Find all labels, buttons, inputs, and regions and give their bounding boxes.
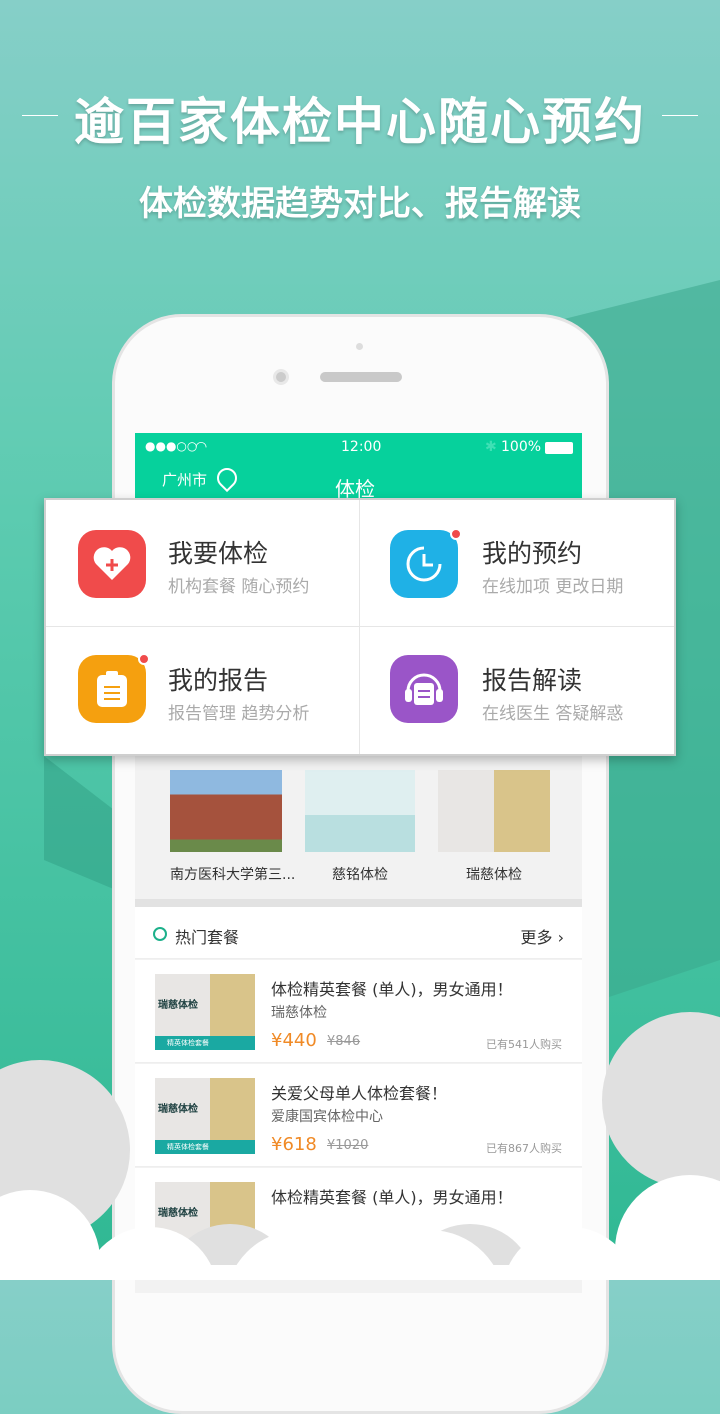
section-title: 热门套餐 bbox=[175, 928, 240, 947]
signal-icon: ●●●○○ bbox=[145, 439, 198, 453]
hot-packages-header: 热门套餐 更多 › bbox=[135, 907, 582, 959]
menu-subtitle: 在线医生 答疑解惑 bbox=[482, 704, 624, 724]
menu-title: 报告解读 bbox=[482, 666, 583, 695]
section-divider bbox=[135, 899, 582, 907]
hot-icon bbox=[153, 927, 167, 941]
menu-subtitle: 在线加项 更改日期 bbox=[482, 577, 624, 597]
menu-title: 我的预约 bbox=[482, 539, 583, 568]
hospital-name: 慈铭体检 bbox=[332, 867, 388, 883]
notification-badge bbox=[450, 528, 462, 540]
more-link[interactable]: 更多 › bbox=[521, 924, 565, 948]
menu-title: 我要体检 bbox=[168, 539, 269, 568]
clock-icon bbox=[390, 528, 462, 598]
hospital-card[interactable]: 南方医科大学第三... bbox=[170, 770, 296, 884]
subheadline: 体检数据趋势对比、报告解读 bbox=[139, 184, 581, 224]
camera bbox=[273, 369, 289, 385]
notification-badge bbox=[138, 653, 150, 665]
hospital-image bbox=[170, 770, 282, 852]
sensor bbox=[356, 343, 363, 350]
hospital-image bbox=[305, 770, 415, 852]
battery-icon bbox=[545, 442, 573, 454]
clipboard-icon bbox=[78, 653, 150, 723]
heart-plus-icon bbox=[78, 530, 146, 598]
menu-title: 我的报告 bbox=[168, 666, 269, 695]
hospital-name: 南方医科大学第三... bbox=[170, 867, 296, 883]
battery-text: 100% bbox=[501, 439, 542, 455]
menu-book-checkup[interactable]: 我要体检机构套餐 随心预约 bbox=[46, 500, 360, 627]
wifi-icon: ◠ bbox=[195, 439, 208, 455]
hospital-image bbox=[438, 770, 550, 852]
menu-my-appointments[interactable]: 我的预约在线加项 更改日期 bbox=[360, 500, 674, 627]
headline: 逾百家体检中心随心预约 bbox=[74, 93, 646, 151]
header: ●●●○○ ◠ 12:00 ✱ 100% 广州市 体检 bbox=[135, 433, 582, 501]
location-icon[interactable] bbox=[212, 463, 242, 493]
menu-my-reports[interactable]: 我的报告报告管理 趋势分析 bbox=[46, 627, 360, 754]
menu-subtitle: 报告管理 趋势分析 bbox=[168, 704, 310, 724]
hospital-card[interactable]: 慈铭体检 bbox=[305, 770, 415, 884]
headset-icon bbox=[390, 655, 458, 723]
bluetooth-icon: ✱ bbox=[485, 439, 497, 455]
clouds-decoration bbox=[0, 1012, 720, 1280]
city-selector[interactable]: 广州市 bbox=[162, 469, 207, 490]
hospital-card[interactable]: 瑞慈体检 bbox=[438, 770, 550, 884]
time: 12:00 bbox=[341, 439, 382, 455]
menu-report-interpretation[interactable]: 报告解读在线医生 答疑解惑 bbox=[360, 627, 674, 754]
feature-menu: 我要体检机构套餐 随心预约 我的预约在线加项 更改日期 我的报告报告管理 趋势分… bbox=[44, 498, 676, 756]
speaker bbox=[320, 372, 402, 382]
menu-subtitle: 机构套餐 随心预约 bbox=[168, 577, 310, 597]
hospital-name: 瑞慈体检 bbox=[466, 867, 522, 883]
